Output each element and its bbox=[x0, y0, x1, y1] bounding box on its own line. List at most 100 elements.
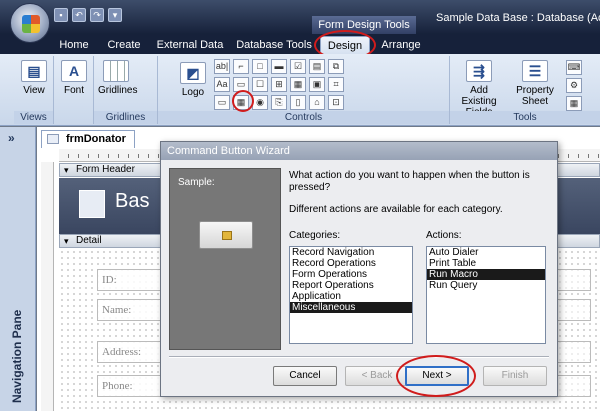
controls-group: ◩ Logo ab| ⌐ □ ▬ ☑ ▤ ⧉ Aa ▭ ☐ ⊞ ▦ ▣ ⌗ ▭ ▦ ◉ ⎘ ▯ ⌂ ⊡ Controls bbox=[158, 56, 450, 124]
control-gallery-item-icon[interactable]: ⌐ bbox=[233, 59, 249, 74]
tab-external-data[interactable]: External Data bbox=[155, 36, 225, 54]
document-tab-frmdonator[interactable]: frmDonator bbox=[41, 130, 135, 148]
context-tab-label: Form Design Tools bbox=[312, 16, 416, 34]
title-bar: ▪ ↶ ↷ ▾ Form Design Tools Sample Data Ba… bbox=[0, 0, 600, 43]
control-gallery-item-icon[interactable]: ☐ bbox=[252, 77, 268, 92]
controls-group-label: Controls bbox=[158, 111, 449, 124]
font-button-label: Font bbox=[63, 85, 84, 96]
gridlines-group-label: Gridlines bbox=[94, 111, 157, 124]
sample-label: Sample: bbox=[178, 177, 215, 188]
navigation-pane: » Navigation Pane bbox=[0, 127, 36, 411]
view-icon: ▤ bbox=[21, 60, 47, 82]
category-list-item[interactable]: Application bbox=[290, 291, 412, 302]
property-sheet-label: Property Sheet bbox=[516, 85, 554, 107]
office-logo-icon bbox=[22, 15, 40, 33]
controls-gallery: ab| ⌐ □ ▬ ☑ ▤ ⧉ Aa ▭ ☐ ⊞ ▦ ▣ ⌗ ▭ ▦ ◉ ⎘ ▯ ⌂ ⊡ bbox=[214, 59, 345, 111]
control-gallery-item-icon[interactable]: ▦ bbox=[233, 95, 249, 110]
form-header-title[interactable]: Bas bbox=[115, 190, 149, 213]
tools-group-label: Tools bbox=[450, 111, 600, 124]
vertical-ruler bbox=[41, 162, 54, 411]
tab-arrange[interactable]: Arrange bbox=[376, 36, 426, 54]
field-label-name[interactable]: Name: bbox=[97, 299, 161, 321]
categories-listbox[interactable]: Record Navigation Record Operations Form O… bbox=[289, 246, 413, 344]
category-list-item[interactable]: Record Navigation bbox=[290, 247, 412, 258]
action-list-item[interactable]: Print Table bbox=[427, 258, 545, 269]
category-list-item[interactable]: Record Operations bbox=[290, 258, 412, 269]
customize-qat-icon[interactable]: ▾ bbox=[108, 8, 122, 22]
control-gallery-item-icon[interactable]: ⎘ bbox=[271, 95, 287, 110]
property-sheet-button[interactable]: ☰ Property Sheet bbox=[512, 60, 558, 107]
redo-icon[interactable]: ↷ bbox=[90, 8, 104, 22]
control-gallery-item-icon[interactable]: ▣ bbox=[309, 77, 325, 92]
gridlines-button-label: Gridlines bbox=[98, 85, 138, 96]
tab-design[interactable]: Design bbox=[320, 36, 370, 54]
control-gallery-item-icon[interactable]: ▭ bbox=[233, 77, 249, 92]
folder-icon bbox=[222, 231, 232, 240]
nav-pane-expand-icon[interactable]: » bbox=[8, 131, 15, 145]
control-gallery-item-icon[interactable]: ▦ bbox=[290, 77, 306, 92]
next-button[interactable]: Next > bbox=[405, 366, 469, 386]
category-list-item[interactable]: Report Operations bbox=[290, 280, 412, 291]
action-list-item[interactable]: Run Macro bbox=[427, 269, 545, 280]
add-fields-icon: ⇶ bbox=[466, 60, 492, 82]
view-button-label: View bbox=[23, 85, 45, 96]
document-tab-label: frmDonator bbox=[66, 133, 126, 145]
category-list-item[interactable]: Form Operations bbox=[290, 269, 412, 280]
gridlines-button[interactable]: Gridlines bbox=[98, 60, 138, 96]
field-label-id[interactable]: ID: bbox=[97, 269, 161, 291]
undo-icon[interactable]: ↶ bbox=[72, 8, 86, 22]
subform-icon[interactable]: ▦ bbox=[566, 96, 582, 111]
wizard-question: What action do you want to happen when t… bbox=[289, 170, 530, 193]
control-gallery-item-icon[interactable]: ⊞ bbox=[271, 77, 287, 92]
view-button[interactable]: ▤ View bbox=[18, 60, 50, 96]
action-list-item[interactable]: Auto Dialer bbox=[427, 247, 545, 258]
command-button-wizard-dialog: Command Button Wizard Sample: What actio… bbox=[160, 141, 558, 397]
control-gallery-item-icon[interactable]: ▬ bbox=[271, 59, 287, 74]
tab-create[interactable]: Create bbox=[102, 36, 146, 54]
font-group: A Font bbox=[54, 56, 94, 124]
font-icon: A bbox=[61, 60, 87, 82]
category-list-item[interactable]: Miscellaneous bbox=[290, 302, 412, 313]
actions-listbox[interactable]: Auto Dialer Print Table Run Macro Run Query bbox=[426, 246, 546, 344]
tab-home[interactable]: Home bbox=[56, 36, 92, 54]
control-gallery-item-icon[interactable]: ▭ bbox=[214, 95, 230, 110]
control-gallery-item-icon[interactable]: Aa bbox=[214, 77, 230, 92]
property-sheet-icon: ☰ bbox=[522, 60, 548, 82]
ribbon: ▤ View Views A Font Gridlines Gridlines … bbox=[0, 54, 600, 126]
control-gallery-item-icon[interactable]: ⊡ bbox=[328, 95, 344, 110]
gridlines-icon bbox=[103, 60, 129, 82]
wizard-hint: Different actions are available for each… bbox=[289, 204, 503, 215]
finish-button[interactable]: Finish bbox=[483, 366, 547, 386]
tools-group: ⇶ Add Existing Fields ☰ Property Sheet ⌨… bbox=[450, 56, 600, 124]
views-group-label: Views bbox=[14, 111, 53, 124]
navigation-pane-label[interactable]: Navigation Pane bbox=[10, 283, 24, 403]
back-button[interactable]: < Back bbox=[345, 366, 409, 386]
control-gallery-item-icon[interactable]: ▯ bbox=[290, 95, 306, 110]
control-gallery-item-icon[interactable]: ⌂ bbox=[309, 95, 325, 110]
control-gallery-item-icon[interactable]: ab| bbox=[214, 59, 230, 74]
macro-icon[interactable]: ⚙ bbox=[566, 78, 582, 93]
control-gallery-item-icon[interactable]: ☑ bbox=[290, 59, 306, 74]
quick-access-toolbar: ▪ ↶ ↷ ▾ bbox=[54, 8, 122, 22]
save-icon[interactable]: ▪ bbox=[54, 8, 68, 22]
code-icon[interactable]: ⌨ bbox=[566, 60, 582, 75]
logo-button[interactable]: ◩ Logo bbox=[178, 62, 208, 98]
sample-button-preview bbox=[199, 221, 253, 249]
tab-database-tools[interactable]: Database Tools bbox=[234, 36, 314, 54]
cancel-button[interactable]: Cancel bbox=[273, 366, 337, 386]
dialog-title: Command Button Wizard bbox=[161, 142, 557, 160]
control-gallery-item-icon[interactable]: ◉ bbox=[252, 95, 268, 110]
control-gallery-item-icon[interactable]: □ bbox=[252, 59, 268, 74]
control-gallery-item-icon[interactable]: ▤ bbox=[309, 59, 325, 74]
field-label-phone[interactable]: Phone: bbox=[97, 375, 161, 397]
action-list-item[interactable]: Run Query bbox=[427, 280, 545, 291]
add-existing-fields-button[interactable]: ⇶ Add Existing Fields bbox=[452, 60, 506, 118]
logo-button-label: Logo bbox=[181, 87, 205, 98]
field-label-address[interactable]: Address: bbox=[97, 341, 161, 363]
form-logo-image[interactable] bbox=[79, 190, 105, 218]
control-gallery-item-icon[interactable]: ⧉ bbox=[328, 59, 344, 74]
control-gallery-item-icon[interactable]: ⌗ bbox=[328, 77, 344, 92]
office-button[interactable] bbox=[10, 3, 50, 43]
font-button[interactable]: A Font bbox=[58, 60, 90, 96]
window-title: Sample Data Base : Database (Access bbox=[436, 12, 600, 24]
